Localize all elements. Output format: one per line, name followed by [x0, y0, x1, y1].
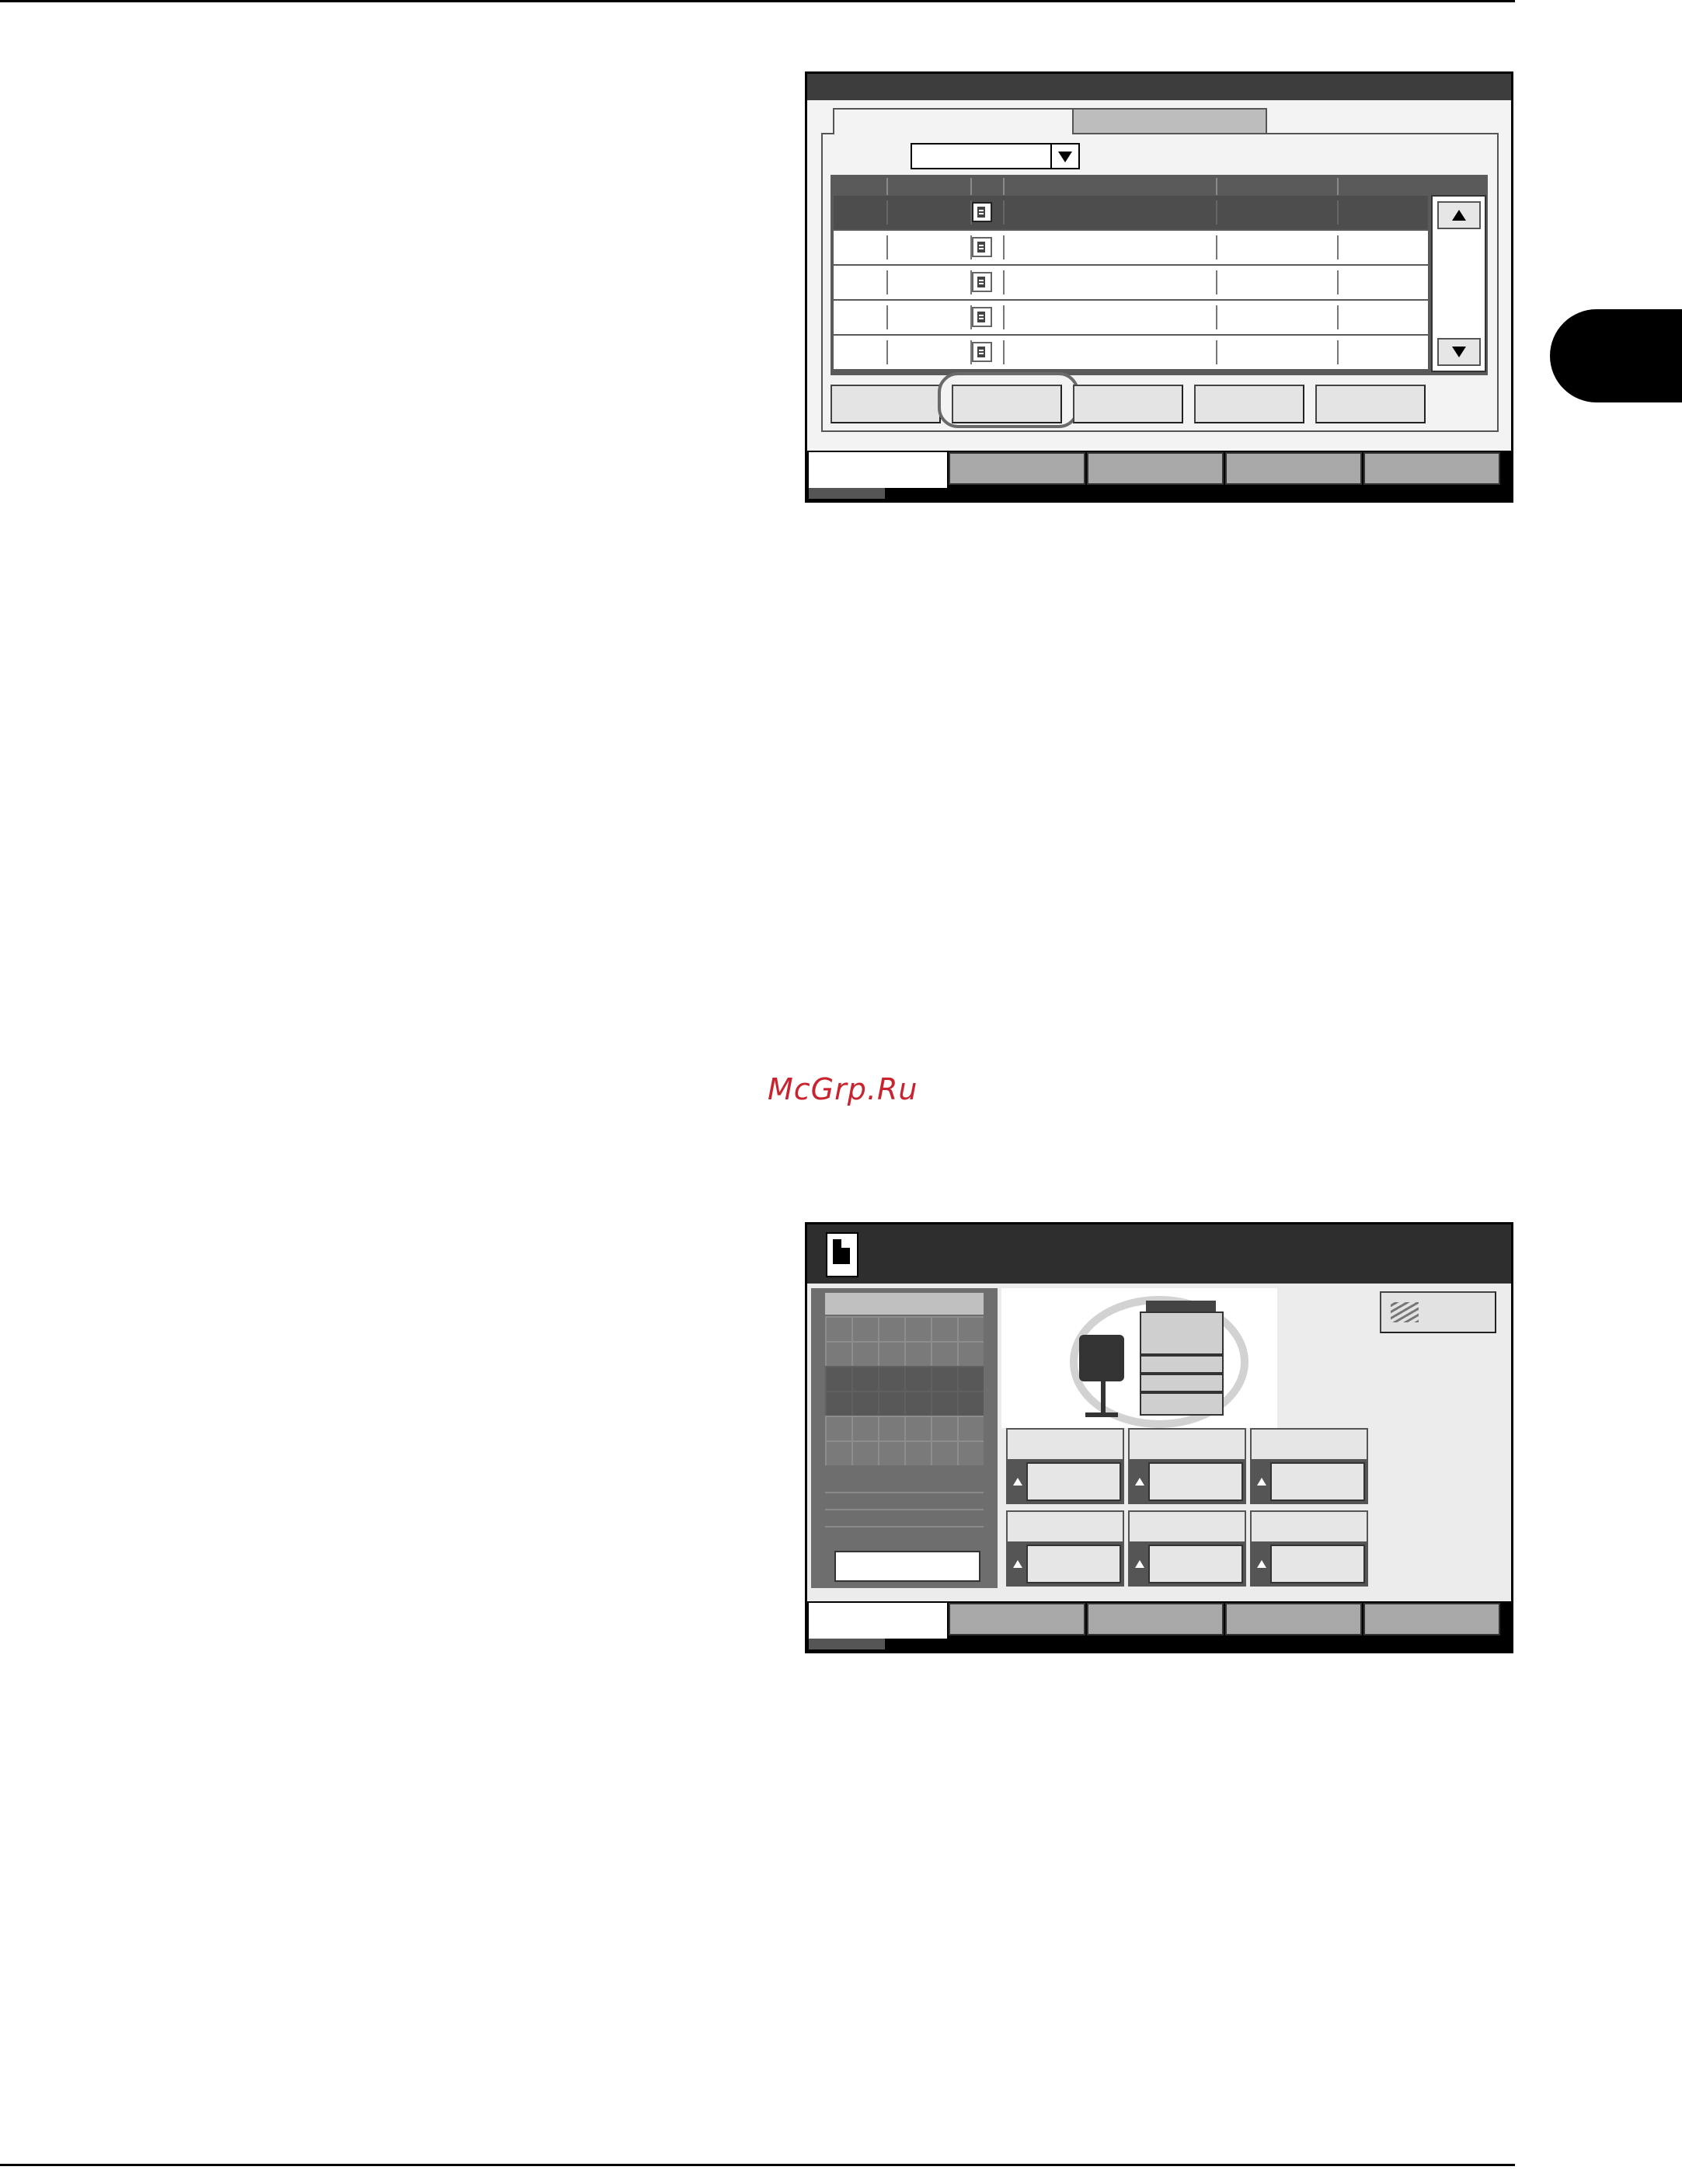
tab-secondary[interactable]	[1053, 108, 1267, 134]
paper-settings-column	[811, 1288, 998, 1588]
list-row[interactable]	[834, 301, 1428, 334]
sort-dropdown[interactable]	[911, 143, 1080, 169]
action-button-4[interactable]	[1194, 385, 1304, 423]
touch-panel-device-screen	[805, 1222, 1513, 1653]
chapter-thumb-tab	[1550, 309, 1682, 402]
bottom-tab-4[interactable]	[1225, 452, 1362, 485]
tab-primary[interactable]	[833, 108, 1074, 134]
bottom-tab-2[interactable]	[949, 1603, 1085, 1635]
document-icon	[972, 307, 992, 327]
status-indicator	[809, 1639, 885, 1649]
tray-label	[1128, 1510, 1246, 1541]
up-arrow-icon	[1253, 1462, 1270, 1501]
document-icon	[972, 342, 992, 362]
action-button-3[interactable]	[1073, 385, 1183, 423]
tray-6[interactable]	[1250, 1510, 1368, 1588]
grid-highlight-band	[825, 1366, 984, 1416]
panel-title-bar	[807, 74, 1511, 100]
list-header	[834, 178, 1436, 195]
tray-1[interactable]	[1006, 1428, 1124, 1506]
original-settings-button[interactable]	[1380, 1291, 1496, 1333]
tray-button[interactable]	[1026, 1462, 1121, 1501]
watermark: McGrp.Ru	[768, 1072, 918, 1106]
tray-3[interactable]	[1250, 1428, 1368, 1506]
divider	[825, 1492, 984, 1493]
up-arrow-icon	[1009, 1545, 1026, 1583]
touch-panel-list-screen	[805, 71, 1513, 503]
bottom-tab-5[interactable]	[1363, 1603, 1500, 1635]
bottom-tab-4[interactable]	[1225, 1603, 1362, 1635]
grid-header	[825, 1293, 984, 1315]
scroll-down-button[interactable]	[1437, 338, 1481, 366]
top-rule	[0, 0, 1515, 2]
scroll-up-button[interactable]	[1437, 201, 1481, 229]
status-indicator	[809, 488, 885, 499]
left-column-button[interactable]	[834, 1551, 980, 1582]
bottom-tab-2[interactable]	[949, 452, 1085, 485]
tray-button[interactable]	[1148, 1545, 1243, 1583]
document-list	[831, 175, 1488, 375]
tray-button[interactable]	[1148, 1462, 1243, 1501]
copier-illustration	[1001, 1288, 1277, 1428]
up-arrow-icon	[1131, 1462, 1148, 1501]
panel-title-bar	[807, 1224, 1511, 1284]
up-arrow-icon	[1131, 1545, 1148, 1583]
highlight-circle	[938, 372, 1079, 428]
list-row[interactable]	[834, 196, 1428, 229]
document-icon	[972, 237, 992, 257]
list-row[interactable]	[834, 336, 1428, 369]
tray-label	[1250, 1428, 1368, 1459]
paper-stack-icon	[1391, 1302, 1419, 1322]
bottom-tab-1[interactable]	[809, 452, 947, 488]
divider	[825, 1526, 984, 1527]
tray-5[interactable]	[1128, 1510, 1246, 1588]
action-button-5[interactable]	[1315, 385, 1426, 423]
tray-button[interactable]	[1026, 1545, 1121, 1583]
chevron-down-icon[interactable]	[1050, 145, 1078, 168]
bottom-tab-3[interactable]	[1087, 452, 1224, 485]
original-document-icon	[826, 1232, 858, 1277]
up-arrow-icon	[1009, 1462, 1026, 1501]
action-button-1[interactable]	[831, 385, 941, 423]
bottom-tab-3[interactable]	[1087, 1603, 1224, 1635]
tray-button[interactable]	[1270, 1545, 1365, 1583]
document-icon	[972, 202, 992, 222]
up-arrow-icon	[1253, 1545, 1270, 1583]
bottom-tab-bar	[807, 1601, 1511, 1651]
bottom-rule	[0, 2164, 1515, 2166]
bottom-tab-1[interactable]	[809, 1603, 947, 1639]
list-row[interactable]	[834, 231, 1428, 264]
document-icon	[972, 272, 992, 292]
tray-label	[1006, 1510, 1124, 1541]
tray-label	[1128, 1428, 1246, 1459]
tray-4[interactable]	[1006, 1510, 1124, 1588]
tray-label	[1250, 1510, 1368, 1541]
list-scrollbar[interactable]	[1431, 195, 1486, 372]
divider	[825, 1509, 984, 1510]
list-row[interactable]	[834, 266, 1428, 299]
tray-label	[1006, 1428, 1124, 1459]
bottom-tab-5[interactable]	[1363, 452, 1500, 485]
bottom-tab-bar	[807, 451, 1511, 500]
tray-button[interactable]	[1270, 1462, 1365, 1501]
tray-2[interactable]	[1128, 1428, 1246, 1506]
